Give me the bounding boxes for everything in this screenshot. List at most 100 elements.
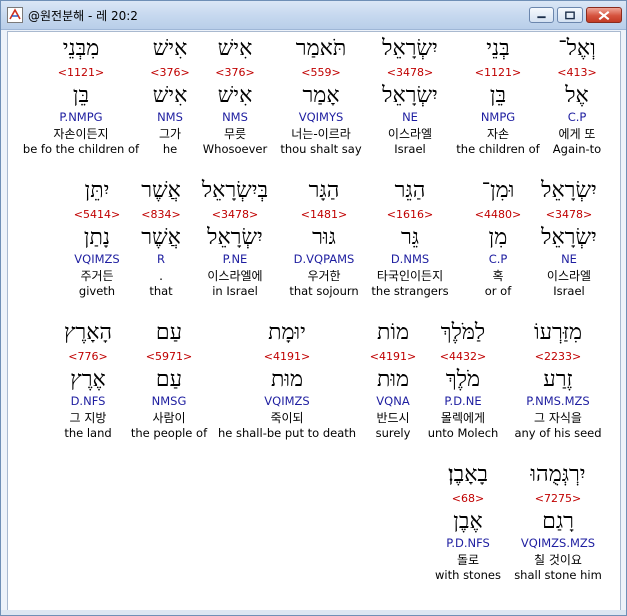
hebrew-word: וּמִן־ <box>481 178 515 203</box>
morph-code: P.D.NFS <box>446 536 490 550</box>
english-gloss: in Israel <box>212 284 258 298</box>
korean-gloss: 사람이 <box>152 411 186 425</box>
english-gloss: with stones <box>435 568 501 582</box>
korean-gloss: 돌로 <box>456 553 480 567</box>
english-gloss: Israel <box>553 284 585 298</box>
word-cell[interactable]: יִתֵּן <5414> נָתַן VQIMZS 주거든 giveth <box>57 176 137 298</box>
maximize-button[interactable] <box>557 7 583 23</box>
hebrew-word: הָאָרֶץ <box>63 320 113 345</box>
english-gloss: surely <box>375 426 411 440</box>
word-cell[interactable]: בְּיִשְׂרָאֵל <3478> יִשְׂרָאֵל P.NE 이스라… <box>193 176 277 298</box>
hebrew-word: וְאֶל־ <box>558 36 596 61</box>
hebrew-word: יִשְׂרָאֵל <box>541 178 597 203</box>
korean-gloss: 칠 것이요 <box>534 553 582 567</box>
hebrew-word: מִבְּנֵי <box>62 36 100 61</box>
word-cell[interactable]: עַם <5971> עַם NMSG 사람이 the people of <box>126 318 212 440</box>
strong-number[interactable]: <4432> <box>421 350 505 364</box>
word-cell[interactable]: לַמֹּלֶךְ <4432> מֹלֶךְ P.D.NE 몰렉에게 unto… <box>421 318 505 440</box>
word-cell[interactable]: תֹּאמַר <559> אָמַר VQIMYS 너는-이르라 thou s… <box>279 34 363 156</box>
strong-number[interactable]: <413> <box>537 66 617 80</box>
lemma: בֵּן <box>489 83 507 108</box>
morph-code: P.NMPG <box>59 110 103 124</box>
english-gloss: giveth <box>78 284 116 298</box>
word-cell[interactable]: מוֹת <4191> מוּת VQNA 반드시 surely <box>354 318 432 440</box>
english-gloss: Israel <box>394 142 426 156</box>
strong-number[interactable]: <1121> <box>456 66 540 80</box>
lemma: גֵּר <box>400 225 420 250</box>
hebrew-word: יוּמָת <box>268 320 306 345</box>
morph-code: NE <box>561 252 577 266</box>
morph-code: P.NE <box>222 252 248 266</box>
morph-code: D.NMS <box>390 252 430 266</box>
lemma: מֹלֶךְ <box>445 367 481 392</box>
hebrew-word: עַם <box>155 320 183 345</box>
morph-code: NMPG <box>480 110 516 124</box>
strong-number[interactable]: <1616> <box>368 208 452 222</box>
english-gloss: the people of <box>130 426 208 440</box>
word-cell[interactable]: בָאָבֶן׃ <68> אֶבֶן P.D.NFS 돌로 with ston… <box>426 460 510 582</box>
strong-number[interactable]: <1121> <box>16 66 146 80</box>
close-icon <box>598 10 610 21</box>
english-gloss: be fo the children of <box>22 142 140 156</box>
lemma: יִשְׂרָאֵל <box>541 225 597 250</box>
strong-number[interactable]: <5971> <box>126 350 212 364</box>
korean-gloss: 죽이되 <box>270 411 304 425</box>
korean-gloss: 몰렉에게 <box>440 411 486 425</box>
strong-number[interactable]: <7275> <box>508 492 608 506</box>
korean-gloss: 자손이든지 <box>53 127 109 141</box>
english-gloss: the children of <box>456 142 540 156</box>
interlinear-panel: וְאֶל־ <413> אֶל C.P 에게 또 Again-to בְּנֵ… <box>7 31 621 611</box>
hebrew-word: בְּנֵי <box>486 36 510 61</box>
restore-icon <box>565 11 575 20</box>
strong-number[interactable]: <3478> <box>368 66 452 80</box>
english-gloss: Again-to <box>552 142 602 156</box>
hebrew-word: בָאָבֶן׃ <box>447 462 488 487</box>
word-cell[interactable]: בְּנֵי <1121> בֵּן NMPG 자손 the children … <box>456 34 540 156</box>
english-gloss: thou shalt say <box>280 142 362 156</box>
korean-gloss: 주거든 <box>80 269 114 283</box>
morph-code: VQIMZS <box>74 252 120 266</box>
strong-number[interactable]: <4480> <box>458 208 538 222</box>
word-cell[interactable]: וּמִן־ <4480> מִן C.P 혹 or of <box>458 176 538 298</box>
morph-code: VQIMZS.MZS <box>520 536 596 550</box>
window-title: @원전분해 - 레 20:2 <box>28 9 138 23</box>
strong-number[interactable]: <4191> <box>212 350 362 364</box>
app-window: @원전분해 - 레 20:2 וְאֶל־ <413> אֶל C.P 에게 또… <box>0 0 627 616</box>
lemma: מוּת <box>376 367 410 392</box>
hebrew-word: יִשְׂרָאֵל <box>382 36 438 61</box>
title-bar[interactable]: @원전분해 - 레 20:2 <box>1 1 626 30</box>
minimize-button[interactable] <box>529 7 554 23</box>
word-cell[interactable]: הָאָרֶץ <776> אֶרֶץ D.NFS 그 지방 the land <box>46 318 130 440</box>
lemma: נָתַן <box>83 225 111 250</box>
korean-gloss: 자손 <box>486 127 510 141</box>
word-cell[interactable]: יוּמָת <4191> מוּת VQIMZS 죽이되 he shall-b… <box>212 318 362 440</box>
korean-gloss: 혹 <box>492 269 504 283</box>
strong-number[interactable]: <2233> <box>508 350 608 364</box>
strong-number[interactable]: <559> <box>279 66 363 80</box>
word-cell[interactable]: מִזַּרְעוֹ <2233> זֶרַע P.NMS.MZS 그 자식을 … <box>508 318 608 440</box>
word-cell[interactable]: יִשְׂרָאֵל <3478> יִשְׂרָאֵל NE 이스라엘 Isr… <box>368 34 452 156</box>
word-cell[interactable]: הַגָּר <1481> גּוּר D.VQPAMS 우거한 that so… <box>282 176 366 298</box>
strong-number[interactable]: <68> <box>426 492 510 506</box>
lemma: עַם <box>155 367 183 392</box>
word-cell[interactable]: הַגֵּר <1616> גֵּר D.NMS 타국인이든지 the stra… <box>368 176 452 298</box>
word-cell[interactable]: יִשְׂרָאֵל <3478> יִשְׂרָאֵל NE 이스라엘 Isr… <box>527 176 611 298</box>
lemma: אָמַר <box>302 83 340 108</box>
hebrew-word: הַגָּר <box>308 178 340 203</box>
korean-gloss: 우거한 <box>307 269 341 283</box>
strong-number[interactable]: <3478> <box>527 208 611 222</box>
close-button[interactable] <box>586 7 622 23</box>
word-cell[interactable]: יִרְגְּמֻהוּ <7275> רָגַם VQIMZS.MZS 칠 것… <box>508 460 608 582</box>
english-gloss: the strangers <box>371 284 449 298</box>
strong-number[interactable]: <1481> <box>282 208 366 222</box>
word-cell[interactable]: וְאֶל־ <413> אֶל C.P 에게 또 Again-to <box>537 34 617 156</box>
strong-number[interactable]: <776> <box>46 350 130 364</box>
word-cell[interactable]: מִבְּנֵי <1121> בֵּן P.NMPG 자손이든지 be fo … <box>16 34 146 156</box>
morph-code: VQIMZS <box>264 394 310 408</box>
english-gloss: or of <box>484 284 512 298</box>
strong-number[interactable]: <4191> <box>354 350 432 364</box>
strong-number[interactable]: <5414> <box>57 208 137 222</box>
korean-gloss: 그 지방 <box>69 411 107 425</box>
strong-number[interactable]: <3478> <box>193 208 277 222</box>
korean-gloss: 이스라엘 <box>387 127 433 141</box>
